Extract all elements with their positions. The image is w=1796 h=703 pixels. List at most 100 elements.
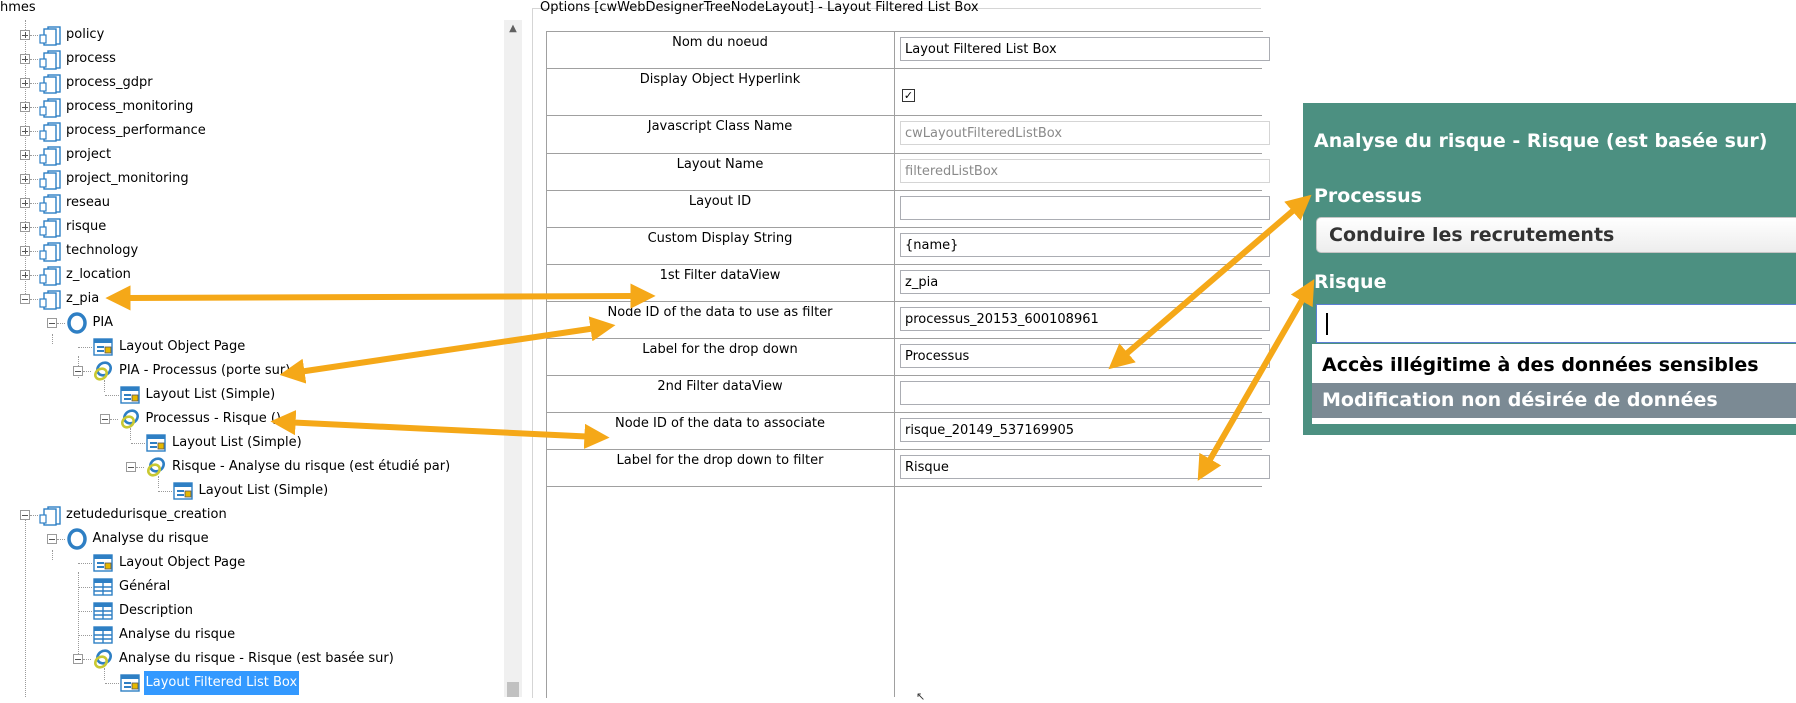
tree-item[interactable]: process_gdpr bbox=[0, 71, 500, 95]
tree-line bbox=[30, 299, 38, 300]
option-value-field[interactable]: processus_20153_600108961 bbox=[900, 307, 1270, 331]
tree-header: hmes bbox=[0, 0, 36, 15]
tree-item[interactable]: Analyse du risque bbox=[0, 527, 500, 551]
tree-item[interactable]: project_monitoring bbox=[0, 167, 500, 191]
tree-item[interactable]: risque bbox=[0, 215, 500, 239]
tree-item[interactable]: process_performance bbox=[0, 119, 500, 143]
collapse-icon[interactable] bbox=[73, 654, 83, 664]
tree-line bbox=[30, 515, 38, 516]
tree-item-label: Layout Filtered List Box bbox=[143, 671, 300, 695]
tree-item-label: Analyse du risque bbox=[119, 627, 236, 642]
tree-item[interactable]: Risque - Analyse du risque (est étudié p… bbox=[0, 455, 500, 479]
tree-item[interactable]: Layout Object Page bbox=[0, 551, 500, 575]
tree-item-label: Layout List (Simple) bbox=[145, 387, 276, 402]
option-value-field[interactable] bbox=[900, 381, 1270, 405]
risque-search-input[interactable] bbox=[1316, 304, 1796, 343]
collapse-icon[interactable] bbox=[73, 366, 83, 376]
expand-icon[interactable] bbox=[20, 54, 30, 64]
collapse-icon[interactable] bbox=[46, 318, 57, 328]
expand-icon[interactable] bbox=[20, 150, 30, 160]
dropdown-option-highlighted[interactable]: Modification non désirée de données bbox=[1312, 383, 1796, 418]
folder-icon bbox=[39, 288, 63, 310]
tree-item[interactable]: technology bbox=[0, 239, 500, 263]
folder-icon bbox=[39, 240, 63, 262]
tree-line bbox=[78, 635, 92, 636]
option-label: Layout Name bbox=[676, 157, 764, 172]
tree-item[interactable]: PIA - Processus (porte sur) bbox=[0, 359, 500, 383]
collapse-icon[interactable] bbox=[20, 294, 30, 304]
tree-scrollbar[interactable]: ▲ bbox=[504, 20, 522, 697]
tree-item[interactable]: z_pia bbox=[0, 287, 500, 311]
tree-line bbox=[30, 203, 38, 204]
dropdown-option[interactable]: Accès illégitime à des données sensibles bbox=[1312, 348, 1796, 383]
expand-icon[interactable] bbox=[20, 102, 30, 112]
collapse-icon[interactable] bbox=[126, 462, 136, 472]
tree-item[interactable]: process_monitoring bbox=[0, 95, 500, 119]
collapse-icon[interactable] bbox=[46, 534, 57, 544]
option-row: Node ID of the data to use as filter proc… bbox=[546, 301, 1270, 339]
tree-item[interactable]: project bbox=[0, 143, 500, 167]
option-value-field[interactable] bbox=[900, 196, 1270, 220]
tree-item-label: process_gdpr bbox=[66, 75, 153, 90]
option-row: 2nd Filter dataView bbox=[546, 375, 1270, 413]
option-value-field[interactable]: z_pia bbox=[900, 270, 1270, 294]
object-ring-icon bbox=[66, 312, 88, 334]
tree-item-label: Layout Object Page bbox=[119, 339, 246, 354]
scroll-up-icon[interactable]: ▲ bbox=[504, 20, 522, 38]
association-icon bbox=[119, 408, 141, 430]
tree-item[interactable]: Layout List (Simple) bbox=[0, 383, 500, 407]
folder-icon bbox=[39, 192, 63, 214]
tree-item[interactable]: Layout List (Simple) bbox=[0, 479, 500, 503]
tree-item[interactable]: Layout Object Page bbox=[0, 335, 500, 359]
association-icon bbox=[92, 360, 114, 382]
tree-item[interactable]: zetudedurisque_creation bbox=[0, 503, 500, 527]
tree-item[interactable]: reseau bbox=[0, 191, 500, 215]
collapse-icon[interactable] bbox=[99, 414, 110, 424]
expand-icon[interactable] bbox=[20, 222, 30, 232]
tree-item[interactable]: PIA bbox=[0, 311, 500, 335]
grid-icon bbox=[92, 624, 114, 646]
tree-item[interactable]: Description bbox=[0, 599, 500, 623]
tree-item[interactable]: Analyse du risque - Risque (est basée su… bbox=[0, 647, 500, 671]
expand-icon[interactable] bbox=[20, 198, 30, 208]
option-row: 1st Filter dataView z_pia bbox=[546, 264, 1270, 302]
tree-item[interactable]: Général bbox=[0, 575, 500, 599]
option-row: Label for the drop down to filter Risque bbox=[546, 449, 1270, 487]
expand-icon[interactable] bbox=[20, 126, 30, 136]
tree-item[interactable]: Processus - Risque () bbox=[0, 407, 500, 431]
tree-item[interactable]: Analyse du risque bbox=[0, 623, 500, 647]
option-value-field[interactable]: Layout Filtered List Box bbox=[900, 37, 1270, 61]
option-label: Display Object Hyperlink bbox=[639, 72, 801, 87]
option-value-field[interactable]: Processus bbox=[900, 344, 1270, 368]
expand-icon[interactable] bbox=[20, 78, 30, 88]
tree-line bbox=[56, 323, 65, 324]
tree-item-label: project bbox=[66, 147, 112, 162]
tree-item[interactable]: Layout Filtered List Box bbox=[0, 671, 500, 695]
tree-item[interactable]: z_location bbox=[0, 263, 500, 287]
tree-item-label: zetudedurisque_creation bbox=[66, 507, 227, 522]
option-label: Node ID of the data to associate bbox=[614, 416, 826, 431]
tree-item-label: Analyse du risque - Risque (est basée su… bbox=[119, 651, 394, 666]
option-value-field[interactable]: {name} bbox=[900, 233, 1270, 257]
expand-icon[interactable] bbox=[20, 30, 30, 40]
tree-item[interactable]: process bbox=[0, 47, 500, 71]
filtered-list-box-preview: Analyse du risque - Risque (est basée su… bbox=[1303, 103, 1796, 435]
processus-select[interactable]: Conduire les recrutements bbox=[1316, 217, 1796, 253]
tree-item-label: project_monitoring bbox=[66, 171, 189, 186]
expand-icon[interactable] bbox=[20, 270, 30, 280]
folder-icon bbox=[39, 144, 63, 166]
expand-icon[interactable] bbox=[20, 174, 30, 184]
tree-item[interactable]: Layout List (Simple) bbox=[0, 431, 500, 455]
display-hyperlink-checkbox[interactable]: ✓ bbox=[902, 89, 915, 102]
collapse-icon[interactable] bbox=[20, 510, 30, 520]
tree-item-label: reseau bbox=[66, 195, 111, 210]
grid-icon bbox=[92, 600, 114, 622]
tree-line bbox=[78, 611, 92, 612]
risque-label: Risque bbox=[1314, 271, 1387, 293]
option-value-field[interactable]: risque_20149_537169905 bbox=[900, 418, 1270, 442]
tree-item[interactable]: policy bbox=[0, 23, 500, 47]
option-row: Javascript Class Name cwLayoutFilteredLis… bbox=[546, 115, 1270, 154]
option-value-field[interactable]: Risque bbox=[900, 455, 1270, 479]
expand-icon[interactable] bbox=[20, 246, 30, 256]
scroll-thumb[interactable] bbox=[507, 682, 519, 697]
